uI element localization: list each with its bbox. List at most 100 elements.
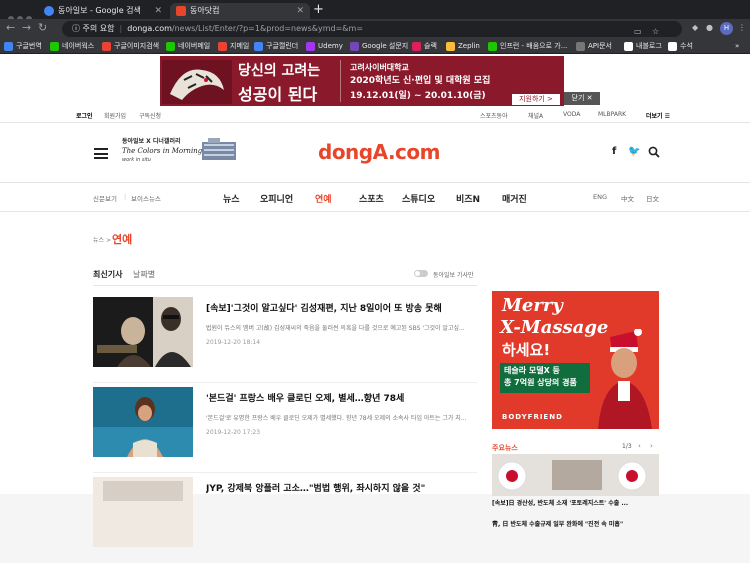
twitter-icon[interactable]: 🐦 — [628, 146, 640, 157]
window-controls[interactable] — [8, 7, 38, 22]
article-item[interactable]: [속보]'그것이 알고싶다' 김성재편, 지난 8일이어 또 방송 못해 법원이… — [93, 297, 477, 383]
address-bar[interactable]: ⓘ 주의 요함 | donga.com/news/List/Enter/?p=1&p… — [62, 21, 682, 37]
bookmark-item[interactable]: 네이버메일 — [166, 39, 210, 54]
channel-a-link[interactable]: 채널A — [528, 111, 543, 120]
security-info-icon[interactable]: ⓘ — [72, 24, 83, 33]
breadcrumb[interactable]: 뉴스 > — [93, 235, 111, 244]
article-item[interactable]: '본드걸' 프랑스 배우 클로딘 오제, 별세…향년 78세 '본드걸'로 유명… — [93, 387, 477, 473]
voda-link[interactable]: VODA — [563, 111, 580, 118]
article-title[interactable]: [속보]'그것이 알고싶다' 김성재편, 지난 8일이어 또 방송 못해 — [206, 301, 476, 314]
address-separator: | — [119, 24, 123, 33]
tab-by-date[interactable]: 날짜별 — [133, 269, 155, 280]
article-summary: 법원이 듀스의 멤버 고(故) 김성재씨의 죽음을 둘러썬 의혹을 다룰 것으로… — [206, 325, 465, 332]
back-icon[interactable]: ← — [6, 21, 15, 34]
article-item[interactable]: JYP, 강제북 앙플러 고소…"범법 행위, 좌시하지 않을 것" — [93, 477, 477, 563]
voice-news-link[interactable]: 보이스뉴스 — [131, 193, 161, 203]
bookmark-icon — [166, 42, 175, 51]
lang-japanese-link[interactable]: 日文 — [646, 193, 659, 203]
article-title[interactable]: '본드걸' 프랑스 배우 클로딘 오제, 별세…향년 78세 — [206, 391, 476, 404]
nav-bizn[interactable]: 비즈N — [456, 192, 480, 205]
bookmark-label: API문서 — [588, 42, 612, 50]
star-icon[interactable]: ☆ — [652, 24, 659, 40]
bookmark-item[interactable]: Google 설문지 — [350, 39, 408, 54]
article-title[interactable]: JYP, 강제북 앙플러 고소…"범법 행위, 좌시하지 않을 것" — [206, 481, 476, 494]
hamburger-menu-icon[interactable] — [94, 148, 108, 159]
bookmark-item[interactable]: 구글캘린더 — [254, 39, 298, 54]
profile-avatar[interactable]: H — [720, 22, 733, 35]
ad-prize-line-2: 총 7억원 상당의 경품 — [504, 378, 577, 387]
browser-tab-donga[interactable]: 동아닷컴 ✕ — [170, 3, 310, 19]
ad-merry-text: Merry — [502, 295, 563, 316]
web-page: 당신의 고려는 성공이 된다 고려사이버대학교 2020학년도 신·편입 및 대… — [0, 54, 750, 547]
bookmark-item[interactable]: 내블로그 — [624, 39, 662, 54]
banner-apply-button[interactable]: 지원하기 > — [512, 94, 560, 105]
bookmark-item[interactable]: Zeplin — [446, 39, 480, 54]
extension-icon[interactable]: ◆ — [692, 23, 698, 32]
bookmark-label: Udemy — [318, 42, 343, 50]
close-tab-icon[interactable]: ✕ — [154, 3, 162, 19]
reload-icon[interactable]: ↻ — [38, 21, 47, 34]
article-thumbnail[interactable] — [93, 387, 193, 457]
bookmark-item[interactable]: 구글번역 — [4, 39, 42, 54]
cast-icon[interactable]: ▭ — [634, 24, 642, 40]
article-thumbnail[interactable] — [93, 477, 193, 547]
new-tab-button[interactable]: + — [313, 2, 324, 17]
bookmark-item[interactable]: 지메일 — [218, 39, 249, 54]
banner-headline-2: 성공이 된다 — [238, 85, 318, 104]
more-link[interactable]: 더보기 ☰ — [646, 111, 670, 120]
top-banner-ad[interactable]: 당신의 고려는 성공이 된다 고려사이버대학교 2020학년도 신·편입 및 대… — [160, 56, 564, 106]
banner-headline-1: 당신의 고려는 — [238, 63, 321, 79]
top-news-headline[interactable]: 靑, 日 반도체 수출규제 일부 완화에 "진전 속 미흡" — [492, 519, 659, 528]
nav-sports[interactable]: 스포츠 — [359, 192, 384, 205]
article-summary: '본드걸'로 유명한 프랑스 배우 클로딘 오제가 별세했다. 향년 78세 오… — [206, 415, 467, 422]
sports-donga-link[interactable]: 스포츠동아 — [480, 111, 508, 120]
bookmark-icon — [446, 42, 455, 51]
bookmark-item[interactable]: 슬랙 — [412, 39, 437, 54]
lang-chinese-link[interactable]: 中文 — [621, 193, 634, 203]
forward-icon[interactable]: → — [22, 21, 31, 34]
bodyfriend-ad[interactable]: Merry X-Massage 하세요! 테슬라 모델X 등 총 7억원 상당의… — [492, 291, 659, 429]
menu-kebab-icon[interactable]: ⋮ — [738, 23, 746, 32]
bookmark-icon — [624, 42, 633, 51]
bookmark-icon — [412, 42, 421, 51]
tab-latest[interactable]: 최신기사 — [93, 269, 122, 280]
bookmark-icon — [576, 42, 585, 51]
nav-news[interactable]: 뉴스 — [223, 192, 240, 205]
donga-logo[interactable]: dongA.com — [318, 140, 441, 164]
next-arrow-icon[interactable]: › — [650, 442, 653, 450]
donga-only-toggle[interactable] — [414, 270, 428, 277]
url-host: donga.com — [127, 24, 172, 33]
bookmark-item[interactable]: 수석 — [668, 39, 693, 54]
list-tabs: 최신기사 날짜별 동아일보 기사만 — [93, 269, 477, 283]
banner-close-button[interactable]: 닫기 ✕ — [564, 92, 600, 105]
bookmarks-overflow-icon[interactable]: » — [735, 39, 739, 54]
exhibition-promo[interactable]: 동아일보 X 디너갤러리 The Colors in Morning Calm … — [122, 136, 242, 172]
login-link[interactable]: 로그인 — [76, 111, 93, 120]
prev-arrow-icon[interactable]: ‹ — [638, 442, 641, 450]
facebook-icon[interactable]: f — [612, 146, 616, 157]
top-news-thumbnail[interactable] — [492, 454, 659, 496]
lang-eng-link[interactable]: ENG — [593, 193, 607, 201]
bookmark-item[interactable]: 인프런 - 배움으로 가... — [488, 39, 567, 54]
bookmark-item[interactable]: 네이버웍스 — [50, 39, 94, 54]
close-tab-icon[interactable]: ✕ — [296, 3, 304, 19]
security-warning-text[interactable]: 주의 요함 — [83, 24, 115, 33]
top-news-caption[interactable]: [속보]日 경산성, 반도체 소재 '포토레지스트' 수출 ... — [492, 498, 659, 507]
bookmark-item[interactable]: API문서 — [576, 39, 612, 54]
nav-entertainment[interactable]: 연예 — [315, 192, 332, 205]
search-icon[interactable] — [648, 146, 660, 158]
bookmark-item[interactable]: 구글이미지검색 — [102, 39, 159, 54]
nav-studio[interactable]: 스튜디오 — [402, 192, 435, 205]
extension-icon-2[interactable]: ● — [706, 23, 713, 32]
url-path: /news/List/Enter/?p=1&prod=news&ymd=&m= — [171, 24, 364, 33]
banner-dates: 19.12.01(일) ~ 20.01.10(금) — [350, 91, 486, 101]
mlbpark-link[interactable]: MLBPARK — [598, 111, 626, 118]
bookmark-item[interactable]: Udemy — [306, 39, 343, 54]
signup-link[interactable]: 회원가입 — [104, 111, 126, 120]
newspaper-view-link[interactable]: 신문보기 — [93, 193, 117, 203]
browser-tab-google[interactable]: 동아일보 - Google 검색 ✕ — [38, 3, 168, 19]
nav-magazine[interactable]: 매거진 — [502, 192, 527, 205]
article-thumbnail[interactable] — [93, 297, 193, 367]
subscribe-link[interactable]: 구독신청 — [139, 111, 161, 120]
nav-opinion[interactable]: 오피니언 — [260, 192, 293, 205]
